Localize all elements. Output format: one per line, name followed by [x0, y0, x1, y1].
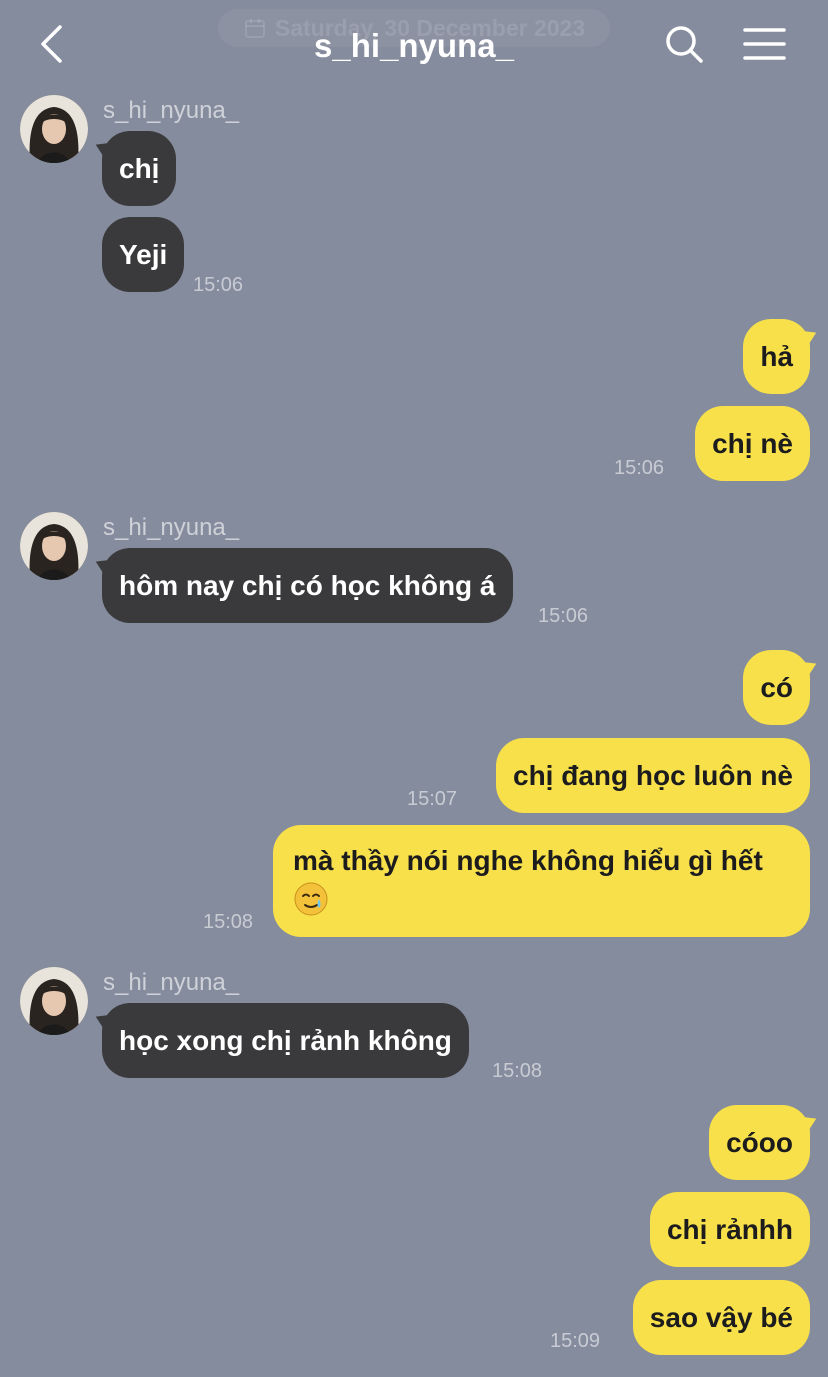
message-bubble-outgoing[interactable]: chị rảnhh [649, 1192, 810, 1267]
message-bubble-outgoing[interactable]: chị nè [695, 406, 810, 481]
profile-photo [20, 512, 88, 580]
message-timestamp: 15:07 [407, 788, 458, 810]
back-arrow-icon[interactable] [30, 22, 74, 66]
search-icon[interactable] [662, 22, 706, 66]
message-bubble-outgoing[interactable]: chị đang học luôn nè [496, 738, 810, 813]
message-timestamp: 15:06 [538, 605, 589, 627]
avatar[interactable] [20, 512, 88, 580]
profile-photo [20, 95, 88, 163]
message-bubble-outgoing[interactable]: mà thầy nói nghe không hiểu gì hết [273, 825, 810, 937]
message-bubble-outgoing[interactable]: có [743, 650, 810, 725]
profile-photo [20, 967, 88, 1035]
message-text: mà thầy nói nghe không hiểu gì hết [293, 845, 763, 876]
message-bubble-incoming[interactable]: Yeji [102, 217, 185, 292]
menu-icon[interactable] [742, 22, 786, 66]
message-bubble-incoming[interactable]: chị [102, 131, 177, 206]
chat-title: s_hi_nyuna_ [314, 27, 514, 64]
message-timestamp: 15:08 [203, 911, 254, 933]
crying-smile-emoji [294, 882, 328, 916]
sender-name: s_hi_nyuna_ [103, 514, 240, 541]
sender-name: s_hi_nyuna_ [103, 97, 240, 124]
message-bubble-incoming[interactable]: hôm nay chị có học không á [102, 548, 513, 623]
chat-header: Saturday, 30 December 2023 s_hi_nyuna_ [0, 0, 828, 90]
message-bubble-outgoing[interactable]: sao vậy bé [632, 1280, 810, 1355]
message-timestamp: 15:09 [550, 1330, 601, 1352]
message-bubble-incoming[interactable]: học xong chị rảnh không [102, 1003, 469, 1078]
message-timestamp: 15:06 [614, 457, 665, 479]
message-timestamp: 15:06 [193, 274, 244, 296]
sender-name: s_hi_nyuna_ [103, 969, 240, 996]
message-timestamp: 15:08 [492, 1060, 543, 1082]
message-bubble-outgoing[interactable]: cóoo [709, 1105, 810, 1180]
message-bubble-outgoing[interactable]: hả [743, 319, 810, 394]
avatar[interactable] [20, 95, 88, 163]
avatar[interactable] [20, 967, 88, 1035]
